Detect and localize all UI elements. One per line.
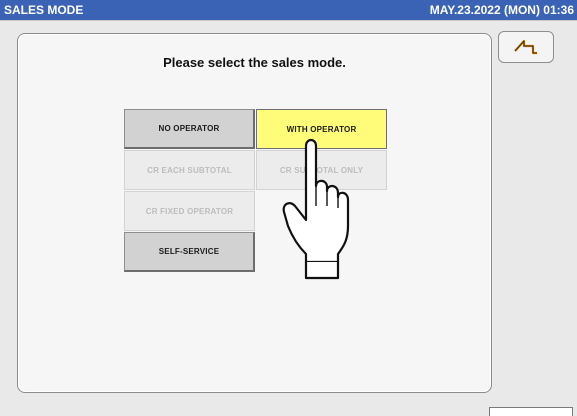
self-service-button[interactable]: SELF-SERVICE (124, 232, 255, 272)
back-button[interactable] (498, 31, 554, 63)
title-bar: SALES MODE MAY.23.2022 (MON) 01:36 (0, 0, 577, 20)
sales-mode-panel: Please select the sales mode. NO OPERATO… (17, 33, 492, 393)
pointing-hand-icon (282, 138, 350, 280)
back-arrow-icon (514, 39, 537, 55)
cr-each-subtotal-button: CR EACH SUBTOTAL (124, 150, 255, 190)
no-operator-button[interactable]: NO OPERATOR (124, 109, 255, 149)
date-time: MAY.23.2022 (MON) 01:36 (429, 3, 574, 17)
cr-fixed-operator-button: CR FIXED OPERATOR (124, 191, 255, 231)
screen-title: SALES MODE (4, 3, 84, 17)
prompt-text: Please select the sales mode. (163, 55, 346, 70)
bottom-status-box (489, 407, 573, 416)
